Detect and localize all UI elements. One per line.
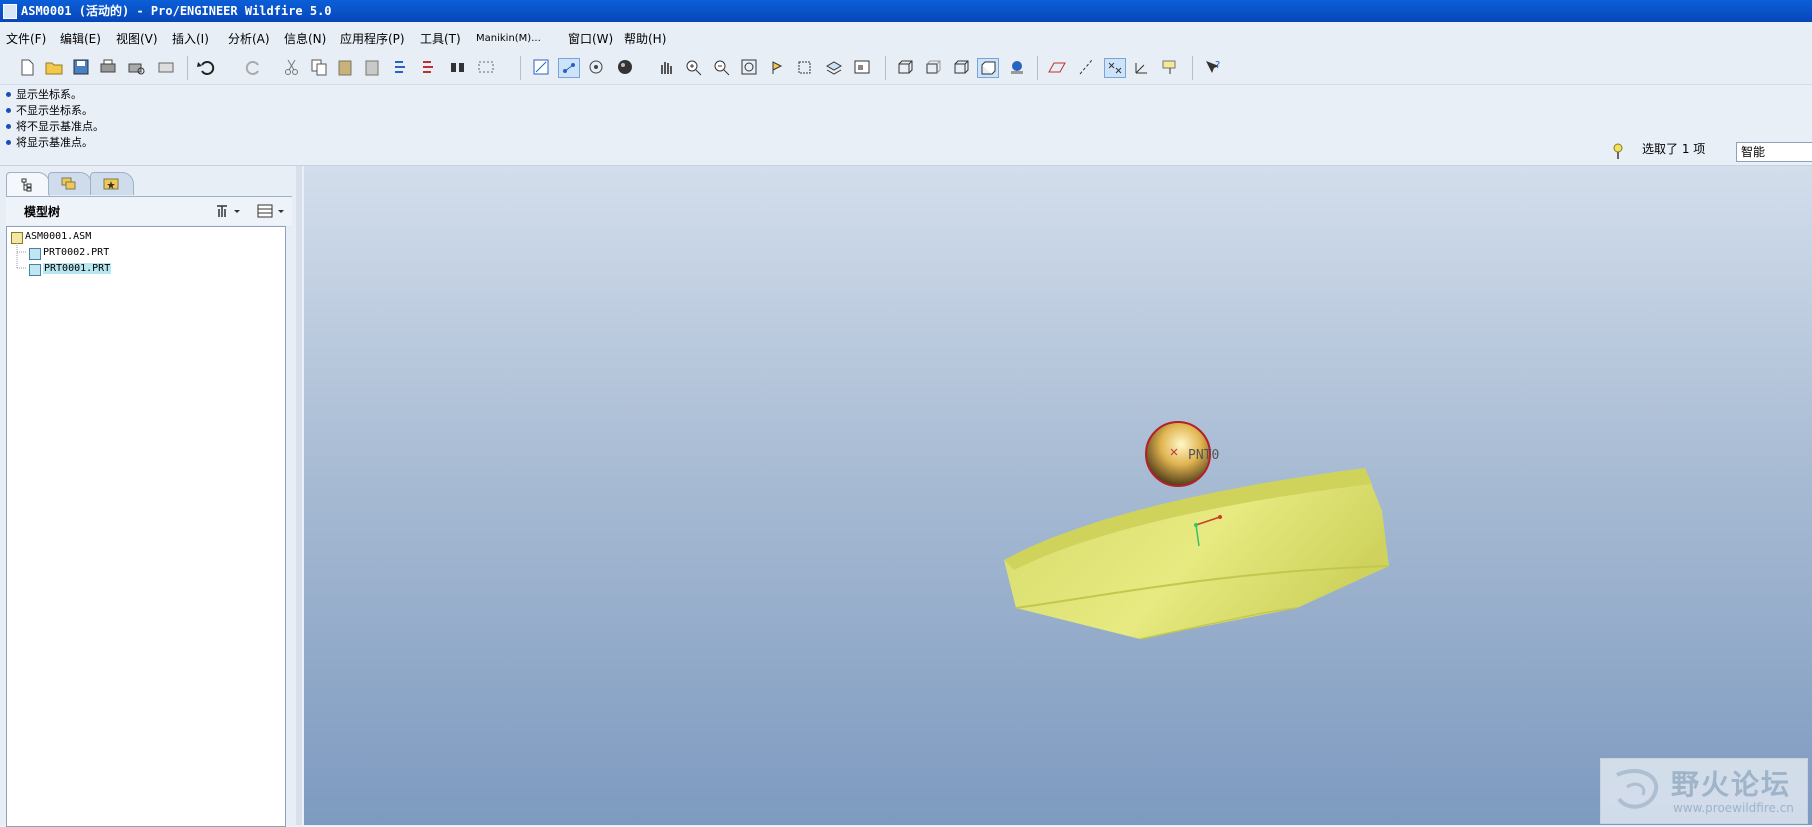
menu-file[interactable]: 文件(F) xyxy=(6,28,46,50)
datum-axes-icon[interactable] xyxy=(1076,58,1096,76)
tree-node-label: ASM0001.ASM xyxy=(25,231,92,242)
open-folder-icon[interactable] xyxy=(44,58,64,76)
part-icon xyxy=(29,264,41,276)
menu-insert[interactable]: 插入(I) xyxy=(172,28,209,50)
paste-special-icon[interactable] xyxy=(362,58,382,76)
model-graphics: PNT0 xyxy=(1004,421,1390,640)
menu-tools[interactable]: 工具(T) xyxy=(420,28,461,50)
model-tree-header: 模型树 xyxy=(6,196,292,225)
print-icon[interactable] xyxy=(98,58,118,76)
app-icon xyxy=(3,4,17,19)
new-file-icon[interactable] xyxy=(17,58,37,76)
menu-window[interactable]: 窗口(W) xyxy=(568,28,613,50)
menu-edit[interactable]: 编辑(E) xyxy=(60,28,101,50)
tree-node-label: PRT0002.PRT xyxy=(43,247,110,258)
refit-icon[interactable] xyxy=(740,58,760,76)
message-line: 不显示坐标系。 xyxy=(6,104,93,118)
reorient-icon[interactable] xyxy=(768,58,788,76)
annotations-icon[interactable] xyxy=(1160,58,1180,76)
menu-view[interactable]: 视图(V) xyxy=(116,28,158,50)
hidden-line-icon[interactable] xyxy=(923,58,943,76)
selection-count: 选取了 1 项 xyxy=(1642,142,1706,156)
menu-bar: 文件(F) 编辑(E) 视图(V) 插入(I) 分析(A) 信息(N) 应用程序… xyxy=(0,28,1812,50)
datum-planes-icon[interactable] xyxy=(1047,58,1067,76)
tree-settings-icon[interactable] xyxy=(214,203,244,219)
svg-text:?: ? xyxy=(1215,60,1220,71)
title-bar: ASM0001 (活动的) - Pro/ENGINEER Wildfire 5.… xyxy=(0,0,1812,22)
spin-center-icon[interactable] xyxy=(558,58,580,78)
zoom-in-icon[interactable] xyxy=(684,58,704,76)
bowl-part[interactable] xyxy=(1004,468,1390,640)
zoom-out-icon[interactable] xyxy=(712,58,732,76)
paste-icon[interactable] xyxy=(335,58,355,76)
undo-icon[interactable] xyxy=(196,58,216,76)
saved-views-icon[interactable] xyxy=(796,58,816,76)
message-line: 将显示基准点。 xyxy=(6,136,93,150)
navigator-panel: 模型树 ASM0001.ASM PRT0002.PRT PRT0001.PRT xyxy=(0,166,302,827)
tree-node-label: PRT0001.PRT xyxy=(43,263,112,274)
favorites-folder-icon xyxy=(103,178,119,190)
part-icon xyxy=(29,248,41,260)
tab-model-tree[interactable] xyxy=(6,172,50,196)
appearance-gallery-icon[interactable] xyxy=(616,58,636,76)
tree-columns-icon[interactable] xyxy=(256,203,288,219)
save-icon[interactable] xyxy=(71,58,91,76)
find-icon[interactable] xyxy=(448,58,468,76)
redo-icon[interactable] xyxy=(244,58,264,76)
watermark-logo xyxy=(1616,769,1659,809)
message-line: 显示坐标系。 xyxy=(6,88,82,102)
redraw-icon[interactable] xyxy=(531,58,551,76)
select-box-icon[interactable] xyxy=(476,58,496,76)
layers-icon[interactable] xyxy=(824,58,844,76)
model-tree-icon xyxy=(21,178,32,192)
model-tree-title: 模型树 xyxy=(24,205,61,219)
context-help-icon[interactable]: ? xyxy=(1203,58,1223,76)
print-preview-icon[interactable] xyxy=(126,58,146,76)
main-toolbar: ? xyxy=(0,50,1812,85)
folders-icon xyxy=(61,177,76,190)
selection-filter-dropdown[interactable]: 智能 xyxy=(1736,142,1812,162)
panel-splitter[interactable] xyxy=(296,166,302,825)
menu-analysis[interactable]: 分析(A) xyxy=(228,28,270,50)
no-hidden-icon[interactable] xyxy=(951,58,971,76)
email-icon[interactable] xyxy=(156,58,176,76)
message-area: 显示坐标系。 不显示坐标系。 将不显示基准点。 将显示基准点。 xyxy=(0,85,1812,166)
wireframe-icon[interactable] xyxy=(895,58,915,76)
menu-info[interactable]: 信息(N) xyxy=(284,28,326,50)
enhanced-realism-icon[interactable] xyxy=(1007,58,1027,76)
tab-favorites[interactable] xyxy=(90,172,134,195)
selection-filter-value: 智能 xyxy=(1741,145,1766,159)
regenerate-icon[interactable] xyxy=(392,58,412,76)
graphics-window[interactable]: PNT0 xyxy=(304,166,1812,825)
message-line: 将不显示基准点。 xyxy=(6,120,104,134)
shading-icon[interactable] xyxy=(977,58,999,78)
copy-icon[interactable] xyxy=(309,58,329,76)
coord-sys-icon[interactable] xyxy=(1132,58,1152,76)
datum-point-label: PNT0 xyxy=(1188,448,1219,463)
tab-folder-browser[interactable] xyxy=(48,172,92,195)
menu-manikin[interactable]: Manikin(M)... xyxy=(476,28,541,50)
watermark-url: www.proewildfire.cn xyxy=(1673,801,1794,815)
model-tree: ASM0001.ASM PRT0002.PRT PRT0001.PRT xyxy=(6,226,286,827)
view-manager-icon[interactable] xyxy=(852,58,872,76)
cut-icon[interactable] xyxy=(282,58,302,76)
datum-points-icon[interactable] xyxy=(1104,58,1126,78)
selection-filter-icon xyxy=(1613,143,1623,159)
window-title: ASM0001 (活动的) - Pro/ENGINEER Wildfire 5.… xyxy=(21,4,332,18)
pan-hand-icon[interactable] xyxy=(656,58,676,76)
forum-watermark: 野火论坛 www.proewildfire.cn xyxy=(1600,758,1808,824)
regen-manager-icon[interactable] xyxy=(420,58,440,76)
menu-applications[interactable]: 应用程序(P) xyxy=(340,28,405,50)
orient-mode-icon[interactable] xyxy=(586,58,606,76)
watermark-name: 野火论坛 xyxy=(1671,768,1792,801)
menu-help[interactable]: 帮助(H) xyxy=(624,28,666,50)
